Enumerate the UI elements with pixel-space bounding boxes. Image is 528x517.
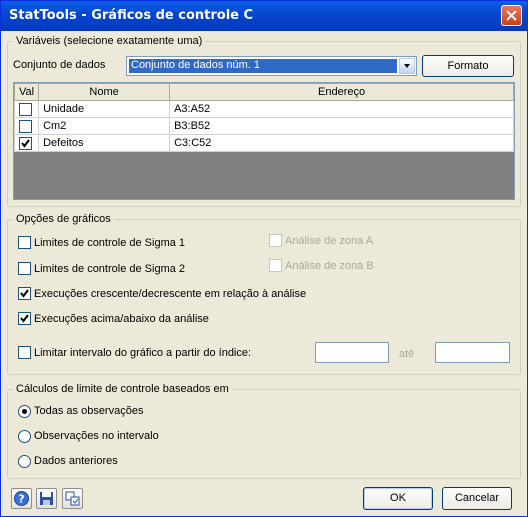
row-address: B3:B52: [169, 117, 514, 135]
settings-icon: [65, 491, 80, 506]
zone-a-label: Análise de zona A: [285, 235, 374, 247]
format-button[interactable]: Formato: [422, 55, 514, 77]
zone-b-label: Análise de zona B: [285, 260, 374, 272]
checkmark-icon: [20, 314, 29, 323]
runs-updown-checkbox[interactable]: [18, 287, 31, 300]
table-row[interactable]: Unidade A3:A52: [14, 100, 514, 118]
dataset-label: Conjunto de dados: [13, 59, 106, 71]
table-row[interactable]: Cm2 B3:B52: [14, 117, 514, 135]
checkmark-icon: [20, 289, 29, 298]
row-address: C3:C52: [169, 134, 514, 152]
chart-options-legend: Opções de gráficos: [16, 213, 111, 225]
settings-button[interactable]: [62, 488, 83, 509]
sigma2-checkbox[interactable]: [18, 262, 31, 275]
table-row[interactable]: Defeitos C3:C52: [14, 134, 514, 152]
svg-text:?: ?: [18, 493, 24, 506]
runs-abovebelow-label: Execuções acima/abaixo da análise: [34, 313, 209, 325]
runs-abovebelow-checkbox[interactable]: [18, 312, 31, 325]
sigma1-label: Limites de controle de Sigma 1: [34, 237, 186, 249]
range-from-input[interactable]: [315, 342, 389, 363]
sigma1-checkbox[interactable]: [18, 236, 31, 249]
radio-selected-dot: [22, 409, 27, 414]
dataset-select[interactable]: Conjunto de dados núm. 1: [126, 56, 417, 76]
variables-table: Val Nome Endereço Unidade A3:A52 Cm2 B3:…: [13, 82, 515, 200]
dataset-select-value: Conjunto de dados núm. 1: [131, 59, 261, 71]
observations-range-radio[interactable]: [18, 430, 31, 443]
previous-data-label: Dados anteriores: [34, 455, 118, 467]
save-icon: [40, 492, 53, 505]
variables-legend: Variáveis (selecione exatamente uma): [16, 35, 203, 47]
checkmark-icon: [21, 139, 30, 148]
zone-a-checkbox[interactable]: [269, 234, 282, 247]
row-checkbox[interactable]: [19, 137, 32, 150]
close-icon: [506, 10, 517, 21]
help-icon: ?: [14, 491, 29, 506]
row-name: Defeitos: [38, 134, 171, 152]
close-button[interactable]: [501, 5, 522, 26]
title-bar: StatTools - Gráficos de controle C: [1, 1, 527, 31]
row-address: A3:A52: [169, 100, 514, 118]
sigma2-label: Limites de controle de Sigma 2: [34, 263, 186, 275]
dialog-window: StatTools - Gráficos de controle C Variá…: [0, 0, 528, 517]
column-header-name[interactable]: Nome: [38, 83, 171, 101]
limit-range-checkbox[interactable]: [18, 346, 31, 359]
save-button[interactable]: [36, 488, 57, 509]
chevron-down-icon: [404, 64, 410, 68]
window-title: StatTools - Gráficos de controle C: [9, 8, 254, 23]
previous-data-radio[interactable]: [18, 455, 31, 468]
column-header-val[interactable]: Val: [14, 83, 40, 101]
limit-range-label: Limitar intervalo do gráfico a partir do…: [34, 347, 252, 359]
limits-legend: Cálculos de limite de controle baseados …: [16, 383, 229, 395]
cancel-button[interactable]: Cancelar: [442, 487, 512, 510]
to-label: até: [399, 348, 415, 360]
all-observations-label: Todas as observações: [34, 405, 144, 417]
row-name: Unidade: [38, 100, 171, 118]
row-checkbox[interactable]: [19, 103, 32, 116]
dropdown-arrow[interactable]: [399, 58, 415, 74]
row-checkbox[interactable]: [19, 120, 32, 133]
range-to-input[interactable]: [435, 342, 510, 363]
observations-range-label: Observações no intervalo: [34, 430, 159, 442]
all-observations-radio[interactable]: [18, 405, 31, 418]
help-button[interactable]: ?: [11, 488, 32, 509]
runs-updown-label: Execuções crescente/decrescente em relaç…: [34, 288, 307, 300]
zone-b-checkbox[interactable]: [269, 259, 282, 272]
row-name: Cm2: [38, 117, 171, 135]
ok-button[interactable]: OK: [363, 487, 433, 510]
column-header-address[interactable]: Endereço: [169, 83, 514, 101]
